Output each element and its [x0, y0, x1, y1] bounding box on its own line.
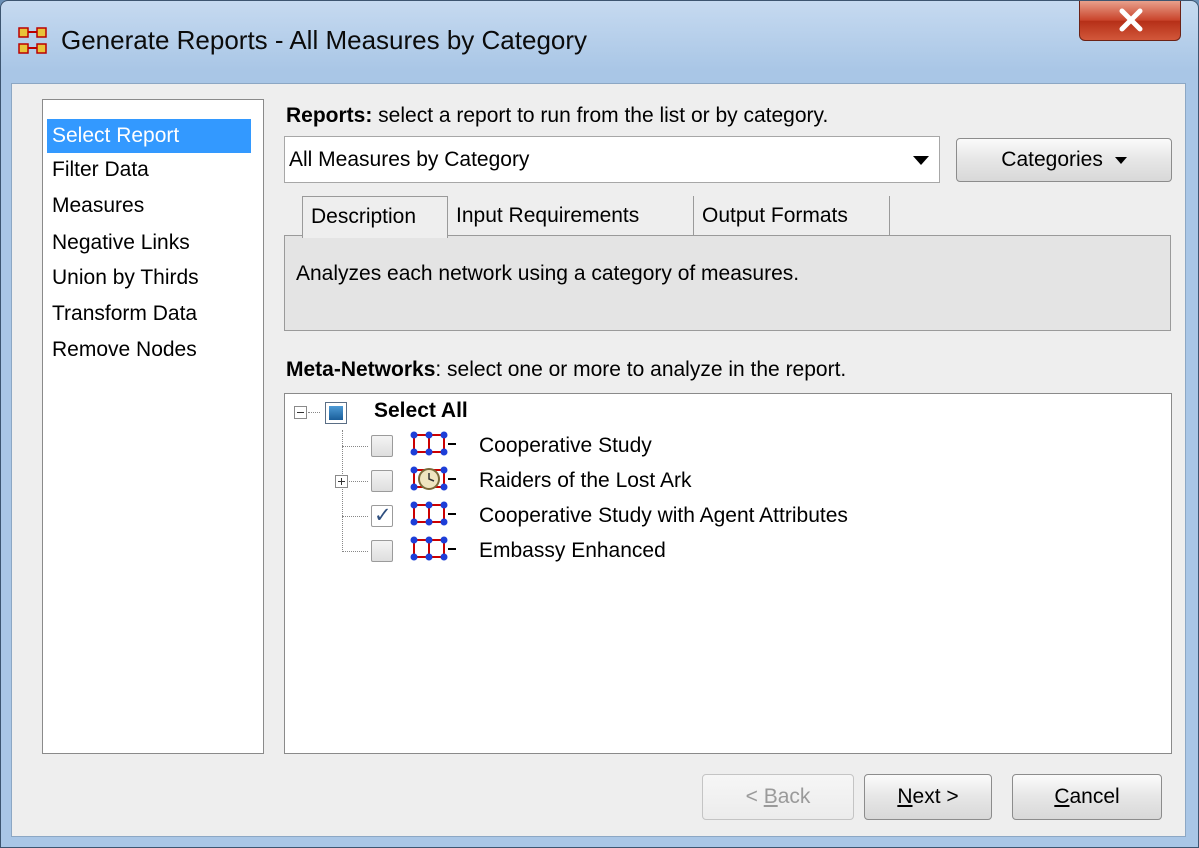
back-button-prefix: <: [745, 785, 764, 808]
caret-down-icon: [1114, 156, 1127, 164]
close-button[interactable]: [1079, 1, 1181, 41]
metanetwork-label[interactable]: Cooperative Study with Agent Attributes: [479, 504, 848, 528]
report-select[interactable]: All Measures by Category: [284, 136, 940, 183]
collapse-icon[interactable]: [294, 406, 307, 419]
tree-connector: [342, 430, 344, 552]
nav-item-measures[interactable]: Measures: [47, 189, 149, 223]
cancel-button-rest: ancel: [1069, 785, 1120, 808]
nav-item-select-report[interactable]: Select Report: [47, 119, 251, 153]
metanetwork-checkbox[interactable]: [371, 470, 393, 492]
tree-connector: [342, 551, 368, 553]
partial-check-mark: [329, 406, 343, 420]
select-all-checkbox[interactable]: [325, 402, 347, 424]
close-icon: [1119, 8, 1143, 32]
tree-connector: [342, 516, 368, 518]
back-button[interactable]: < Back: [702, 774, 854, 820]
nav-item-negative-links[interactable]: Negative Links: [47, 226, 195, 260]
reports-label: Reports: select a report to run from the…: [286, 104, 828, 128]
metanetwork-tree[interactable]: Select All Cooperative Study Raiders of …: [284, 393, 1172, 754]
expand-icon[interactable]: [335, 475, 348, 488]
nav-item-remove-nodes[interactable]: Remove Nodes: [47, 333, 202, 367]
nav-item-union-by-thirds[interactable]: Union by Thirds: [47, 261, 204, 295]
ora-app-icon: [18, 27, 47, 54]
metanetwork-label[interactable]: Cooperative Study: [479, 434, 652, 458]
tree-connector: [342, 446, 368, 448]
tab-description[interactable]: Description: [302, 196, 448, 238]
categories-button-label: Categories: [1001, 148, 1103, 171]
metanetwork-checkbox-checked[interactable]: [371, 503, 393, 528]
metanetwork-clock-icon: [410, 466, 456, 491]
cancel-button-mnemonic: C: [1054, 785, 1070, 808]
description-text: Analyzes each network using a category o…: [296, 262, 800, 285]
metanetwork-checkbox[interactable]: [371, 540, 393, 562]
next-button-rest: ext >: [912, 785, 959, 808]
reports-label-bold: Reports:: [286, 104, 373, 127]
metanetworks-label-text: : select one or more to analyze in the r…: [435, 358, 847, 381]
reports-label-text: select a report to run from the list or …: [372, 104, 829, 127]
metanetwork-label[interactable]: Raiders of the Lost Ark: [479, 469, 691, 493]
metanetwork-icon: [410, 431, 456, 456]
window-title: Generate Reports - All Measures by Categ…: [61, 25, 588, 55]
back-button-mnemonic: B: [763, 785, 778, 808]
dropdown-arrow-icon: [913, 156, 929, 165]
report-window: Generate Reports - All Measures by Categ…: [0, 0, 1199, 848]
tree-connector: [308, 412, 320, 414]
nav-item-transform-data[interactable]: Transform Data: [47, 297, 202, 331]
metanetworks-label: Meta-Networks: select one or more to ana…: [286, 358, 846, 382]
metanetwork-label[interactable]: Embassy Enhanced: [479, 539, 666, 563]
metanetwork-icon: [410, 501, 456, 526]
tab-input-requirements[interactable]: Input Requirements: [448, 196, 694, 236]
next-button[interactable]: Next >: [864, 774, 992, 820]
metanetwork-icon: [410, 536, 456, 561]
description-panel: Analyzes each network using a category o…: [284, 235, 1171, 331]
tab-output-formats[interactable]: Output Formats: [694, 196, 890, 236]
report-select-value: All Measures by Category: [289, 148, 530, 171]
back-button-rest: ack: [777, 785, 811, 808]
step-nav-list[interactable]: Select Report Filter Data Measures Negat…: [42, 99, 264, 754]
dialog-body: Select Report Filter Data Measures Negat…: [11, 83, 1186, 837]
categories-button[interactable]: Categories: [956, 138, 1172, 182]
metanetwork-checkbox[interactable]: [371, 435, 393, 457]
title-bar[interactable]: Generate Reports - All Measures by Categ…: [1, 1, 1198, 81]
tree-connector: [349, 481, 368, 483]
select-all-label[interactable]: Select All: [374, 399, 468, 423]
metanetworks-label-bold: Meta-Networks: [286, 358, 436, 381]
next-button-mnemonic: N: [897, 785, 913, 808]
nav-item-filter-data[interactable]: Filter Data: [47, 153, 154, 187]
cancel-button[interactable]: Cancel: [1012, 774, 1162, 820]
